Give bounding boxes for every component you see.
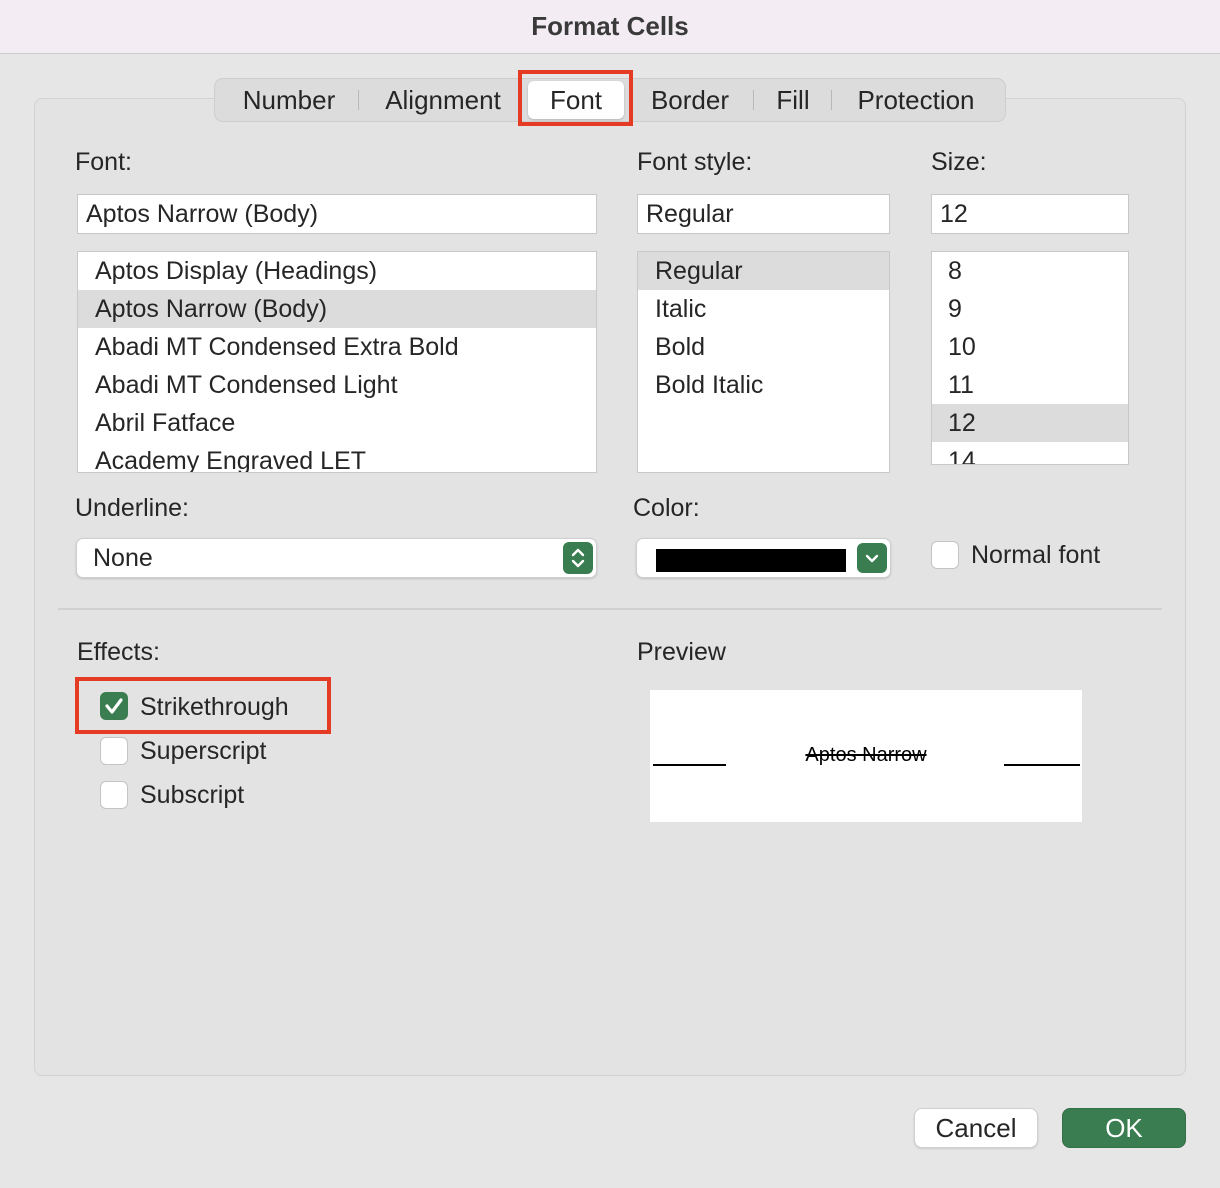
- tab-alignment[interactable]: Alignment: [373, 79, 513, 121]
- tab-bar: Number Alignment Font Border Fill Protec…: [214, 78, 1006, 122]
- underline-label: Underline:: [75, 494, 189, 522]
- font-style-item[interactable]: Bold: [638, 328, 889, 366]
- font-list-item[interactable]: Abadi MT Condensed Extra Bold: [78, 328, 596, 366]
- font-style-label: Font style:: [637, 148, 753, 176]
- font-name-field[interactable]: Aptos Narrow (Body): [77, 194, 597, 234]
- font-style-list[interactable]: Regular Italic Bold Bold Italic: [637, 251, 890, 473]
- tab-number[interactable]: Number: [229, 79, 349, 121]
- cancel-button[interactable]: Cancel: [914, 1108, 1038, 1148]
- size-list-item[interactable]: 9: [932, 290, 1128, 328]
- tab-border-label: Border: [650, 84, 730, 115]
- subscript-label[interactable]: Subscript: [140, 781, 244, 810]
- tab-fill-label: Fill: [776, 84, 810, 115]
- tab-number-label: Number: [242, 84, 336, 115]
- strikethrough-label[interactable]: Strikethrough: [140, 693, 289, 722]
- underline-popup[interactable]: None: [76, 538, 597, 578]
- font-style-item[interactable]: Italic: [638, 290, 889, 328]
- effects-label: Effects:: [77, 638, 160, 666]
- color-swatch: [656, 549, 846, 572]
- font-list-item[interactable]: Aptos Narrow (Body): [78, 290, 596, 328]
- title-bar: Format Cells: [0, 0, 1220, 54]
- tab-font-label: Font: [549, 84, 603, 115]
- chevron-down-icon: [857, 543, 887, 573]
- font-list-item[interactable]: Abadi MT Condensed Light: [78, 366, 596, 404]
- size-list-item[interactable]: 14: [932, 442, 1128, 465]
- tab-separator: [831, 90, 832, 110]
- tab-separator: [358, 90, 359, 110]
- content-panel: [34, 98, 1186, 1076]
- preview-baseline-right: [1004, 764, 1080, 766]
- updown-chevron-icon: [563, 542, 593, 574]
- section-divider: [58, 608, 1162, 610]
- tab-protection-label: Protection: [857, 84, 975, 115]
- underline-value: None: [93, 543, 153, 572]
- size-list[interactable]: 8 9 10 11 12 14: [931, 251, 1129, 465]
- superscript-label[interactable]: Superscript: [140, 737, 266, 766]
- font-style-item[interactable]: Bold Italic: [638, 366, 889, 404]
- tab-separator: [753, 90, 754, 110]
- size-list-item[interactable]: 10: [932, 328, 1128, 366]
- color-label: Color:: [633, 494, 700, 522]
- font-style-item[interactable]: Regular: [638, 252, 889, 290]
- preview-box: Aptos Narrow: [650, 690, 1082, 822]
- font-list-item[interactable]: Aptos Display (Headings): [78, 252, 596, 290]
- font-list[interactable]: Aptos Display (Headings) Aptos Narrow (B…: [77, 251, 597, 473]
- size-field[interactable]: 12: [931, 194, 1129, 234]
- tab-alignment-label: Alignment: [385, 84, 501, 115]
- size-list-item[interactable]: 12: [932, 404, 1128, 442]
- check-icon: [105, 698, 123, 714]
- size-list-item[interactable]: 8: [932, 252, 1128, 290]
- font-list-item[interactable]: Abril Fatface: [78, 404, 596, 442]
- preview-label: Preview: [637, 638, 726, 666]
- normal-font-checkbox[interactable]: [931, 541, 959, 569]
- superscript-checkbox[interactable]: [100, 737, 128, 765]
- tab-protection[interactable]: Protection: [845, 79, 987, 121]
- color-picker[interactable]: [636, 538, 891, 578]
- size-list-item[interactable]: 11: [932, 366, 1128, 404]
- font-label: Font:: [75, 148, 132, 176]
- normal-font-label[interactable]: Normal font: [971, 541, 1100, 570]
- tab-font[interactable]: Font: [528, 81, 624, 119]
- window-title: Format Cells: [531, 11, 689, 41]
- font-style-field[interactable]: Regular: [637, 194, 890, 234]
- tab-fill[interactable]: Fill: [765, 79, 821, 121]
- strikethrough-checkbox[interactable]: [100, 692, 128, 720]
- ok-button[interactable]: OK: [1062, 1108, 1186, 1148]
- tab-border[interactable]: Border: [639, 79, 741, 121]
- subscript-checkbox[interactable]: [100, 781, 128, 809]
- size-label: Size:: [931, 148, 987, 176]
- font-list-item[interactable]: Academy Engraved LET: [78, 442, 596, 473]
